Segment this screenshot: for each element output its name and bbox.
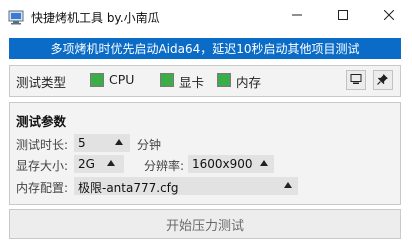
- maximize-icon: [338, 9, 348, 23]
- spinner-up-icon[interactable]: [115, 139, 123, 145]
- resolution-label: 分辨率:: [144, 159, 185, 173]
- memory-checkbox-label[interactable]: 内存: [236, 72, 261, 91]
- pin-button[interactable]: [373, 70, 393, 90]
- dropdown-arrow-icon[interactable]: [107, 160, 115, 166]
- close-icon: [383, 9, 395, 23]
- duration-label: 测试时长:: [16, 138, 69, 152]
- memory-config-select[interactable]: 极限-anta777.cfg: [74, 177, 298, 195]
- vram-value: 2G: [78, 157, 95, 171]
- dropdown-arrow-icon[interactable]: [260, 160, 268, 166]
- title-bar: 快捷烤机工具 by.小南瓜: [0, 0, 412, 34]
- window-title: 快捷烤机工具 by.小南瓜: [31, 11, 160, 25]
- memory-config-value: 极限-anta777.cfg: [78, 181, 179, 195]
- app-icon: [8, 9, 24, 25]
- duration-unit: 分钟: [137, 138, 162, 152]
- maximize-button[interactable]: [320, 0, 366, 32]
- resolution-select[interactable]: 1600x900: [188, 155, 274, 173]
- vram-select[interactable]: 2G: [74, 155, 124, 173]
- monitor-button[interactable]: [346, 70, 366, 90]
- close-button[interactable]: [366, 0, 412, 32]
- info-banner: 多项烤机时优先启动Aida64，延迟10秒启动其他项目测试: [9, 38, 401, 59]
- memory-config-label: 内存配置:: [16, 181, 69, 195]
- test-type-group: 测试类型 CPU 显卡 内存: [9, 65, 401, 97]
- gpu-checkbox[interactable]: [160, 73, 174, 87]
- dropdown-arrow-icon[interactable]: [284, 182, 292, 188]
- cpu-checkbox-label[interactable]: CPU: [109, 72, 134, 87]
- gpu-checkbox-label[interactable]: 显卡: [179, 72, 204, 91]
- memory-checkbox[interactable]: [217, 73, 231, 87]
- params-group: 测试参数 测试时长: 5 分钟 显存大小: 2G 分辨率: 1600x900 内…: [9, 102, 401, 205]
- duration-spinner[interactable]: 5: [74, 134, 130, 152]
- test-type-label: 测试类型: [16, 75, 67, 90]
- app-window: 快捷烤机工具 by.小南瓜 多项烤机时优先启动Aida64，延迟10秒启动其他项…: [0, 0, 412, 252]
- cpu-checkbox[interactable]: [90, 73, 104, 87]
- resolution-value: 1600x900: [192, 157, 253, 171]
- duration-value: 5: [78, 136, 86, 150]
- minimize-button[interactable]: [274, 0, 320, 32]
- params-title: 测试参数: [16, 114, 67, 129]
- minimize-icon: [292, 9, 302, 23]
- vram-label: 显存大小:: [16, 159, 69, 173]
- pin-icon: [377, 73, 389, 88]
- start-stress-test-button[interactable]: 开始压力测试: [9, 209, 401, 239]
- monitor-icon: [350, 73, 362, 88]
